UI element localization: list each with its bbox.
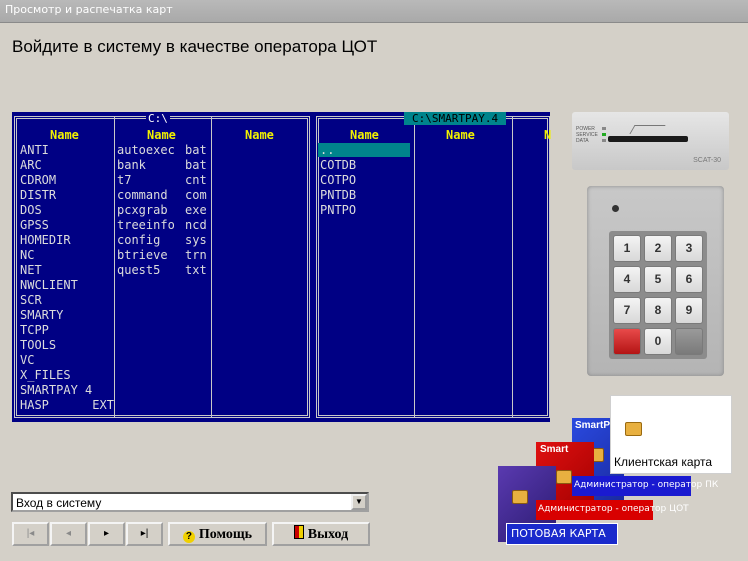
list-item[interactable]: quest5 <box>117 263 175 278</box>
list-item[interactable]: NC <box>20 248 114 263</box>
next-record-button[interactable]: ▸ <box>88 522 125 546</box>
list-item[interactable]: btrieve <box>117 248 175 263</box>
left-panel[interactable]: C:\ Name Name Name ANTI ARC CDROM DISTR DOS G… <box>12 112 312 422</box>
file-ext-list: bat bat cnt com exe ncd sys trn txt <box>185 143 207 278</box>
directory-list[interactable]: ANTI ARC CDROM DISTR DOS GPSS HOMEDIR NC NET NWCL… <box>20 143 114 413</box>
list-item[interactable]: .. <box>320 143 356 158</box>
enter-key <box>675 328 703 355</box>
column-header: Name <box>446 128 475 142</box>
list-item[interactable]: NWCLIENT <box>20 278 114 293</box>
file-list[interactable]: .. COTDB COTPO PNTDB PNTPO <box>320 143 356 218</box>
list-item[interactable]: com <box>185 188 207 203</box>
list-item[interactable]: ANTI <box>20 143 114 158</box>
norton-commander-screen: C:\ Name Name Name ANTI ARC CDROM DISTR DOS G… <box>12 112 552 422</box>
card-slot <box>608 136 688 142</box>
key-7: 7 <box>613 297 641 324</box>
list-item[interactable]: autoexec <box>117 143 175 158</box>
list-item[interactable]: DOS <box>20 203 114 218</box>
window-title: Просмотр и распечатка карт <box>5 3 173 16</box>
list-item[interactable]: GPSS <box>20 218 114 233</box>
reader-model: SCAT-30 <box>693 157 721 164</box>
left-panel-path: C:\ <box>146 112 170 125</box>
key-6: 6 <box>675 266 703 293</box>
key-2: 2 <box>644 235 672 262</box>
cancel-key <box>613 328 641 355</box>
list-item[interactable]: HOMEDIR <box>20 233 114 248</box>
card-reader-device: POWER SERVICE DATA SCAT-30 <box>572 112 729 170</box>
list-item[interactable]: pcxgrab <box>117 203 175 218</box>
list-item[interactable]: PNTPO <box>320 203 356 218</box>
list-item[interactable]: bat <box>185 143 207 158</box>
list-item[interactable]: exe <box>185 203 207 218</box>
right-panel-path: C:\SMARTPAY.4 <box>404 112 507 125</box>
list-item[interactable]: DISTR <box>20 188 114 203</box>
list-item[interactable]: bat <box>185 158 207 173</box>
last-record-button[interactable]: ▸| <box>126 522 163 546</box>
title-bar: Просмотр и распечатка карт <box>0 0 748 23</box>
list-item[interactable]: TOOLS <box>20 338 114 353</box>
key-9: 9 <box>675 297 703 324</box>
list-item[interactable]: trn <box>185 248 207 263</box>
list-item[interactable]: NET <box>20 263 114 278</box>
admin-cot-banner: Администратор - оператор ЦОТ <box>536 500 689 520</box>
prev-record-button[interactable]: ◂ <box>50 522 87 546</box>
admin-pk-banner: Администратор - оператор ПК <box>572 476 718 496</box>
chevron-down-icon[interactable]: ▼ <box>351 494 367 510</box>
client-card[interactable]: Клиентская карта <box>610 395 732 474</box>
key-4: 4 <box>613 266 641 293</box>
reader-leds-label: POWER SERVICE DATA <box>576 126 598 144</box>
chip-icon <box>556 470 572 484</box>
first-record-button[interactable]: |◂ <box>12 522 49 546</box>
postal-card-banner: ПОТОВАЯ КАРТА <box>506 523 618 545</box>
file-list[interactable]: autoexec bank t7 command pcxgrab treeinfo conf… <box>117 143 175 278</box>
list-item[interactable]: HASP EXT <box>20 398 114 413</box>
column-header: Name <box>350 128 379 142</box>
list-item[interactable]: TCPP <box>20 323 114 338</box>
action-select-value: Вход в систему <box>16 496 102 510</box>
list-item[interactable]: SCR <box>20 293 114 308</box>
action-select[interactable]: Вход в систему ▼ <box>11 492 369 512</box>
key-5: 5 <box>644 266 672 293</box>
column-header: Name <box>147 128 176 142</box>
list-item[interactable]: t7 <box>117 173 175 188</box>
list-item[interactable]: COTPO <box>320 173 356 188</box>
help-icon: ? <box>182 531 195 543</box>
key-1: 1 <box>613 235 641 262</box>
chip-icon <box>512 490 528 504</box>
list-item[interactable]: ARC <box>20 158 114 173</box>
keypad: 123 456 7890 <box>609 231 707 359</box>
list-item[interactable]: X_FILES <box>20 368 114 383</box>
list-item[interactable]: SMARTY <box>20 308 114 323</box>
page-heading: Войдите в систему в качестве оператора Ц… <box>12 37 378 56</box>
list-item[interactable]: CDROM <box>20 173 114 188</box>
list-item[interactable]: VC <box>20 353 114 368</box>
pin-pad-device: 123 456 7890 <box>587 186 724 376</box>
list-item[interactable]: sys <box>185 233 207 248</box>
client-card-label: Клиентская карта <box>614 455 713 469</box>
right-panel[interactable]: C:\SMARTPAY.4 Name Name N .. COTDB COTPO PN… <box>314 112 552 422</box>
exit-button[interactable]: Выход <box>272 522 370 546</box>
help-button[interactable]: ? Помощь <box>168 522 267 546</box>
door-icon <box>293 525 304 539</box>
list-item[interactable]: config <box>117 233 175 248</box>
list-item[interactable]: PNTDB <box>320 188 356 203</box>
list-item[interactable]: SMARTPAY 4 <box>20 383 114 398</box>
column-header: Name <box>245 128 274 142</box>
list-item[interactable]: bank <box>117 158 175 173</box>
key-8: 8 <box>644 297 672 324</box>
list-item[interactable]: cnt <box>185 173 207 188</box>
key-3: 3 <box>675 235 703 262</box>
key-0: 0 <box>644 328 672 355</box>
chip-icon <box>625 422 642 436</box>
list-item[interactable]: COTDB <box>320 158 356 173</box>
list-item[interactable]: ncd <box>185 218 207 233</box>
column-header: Name <box>50 128 79 142</box>
list-item[interactable]: txt <box>185 263 207 278</box>
list-item[interactable]: command <box>117 188 175 203</box>
list-item[interactable]: treeinfo <box>117 218 175 233</box>
column-header: N <box>544 128 552 142</box>
